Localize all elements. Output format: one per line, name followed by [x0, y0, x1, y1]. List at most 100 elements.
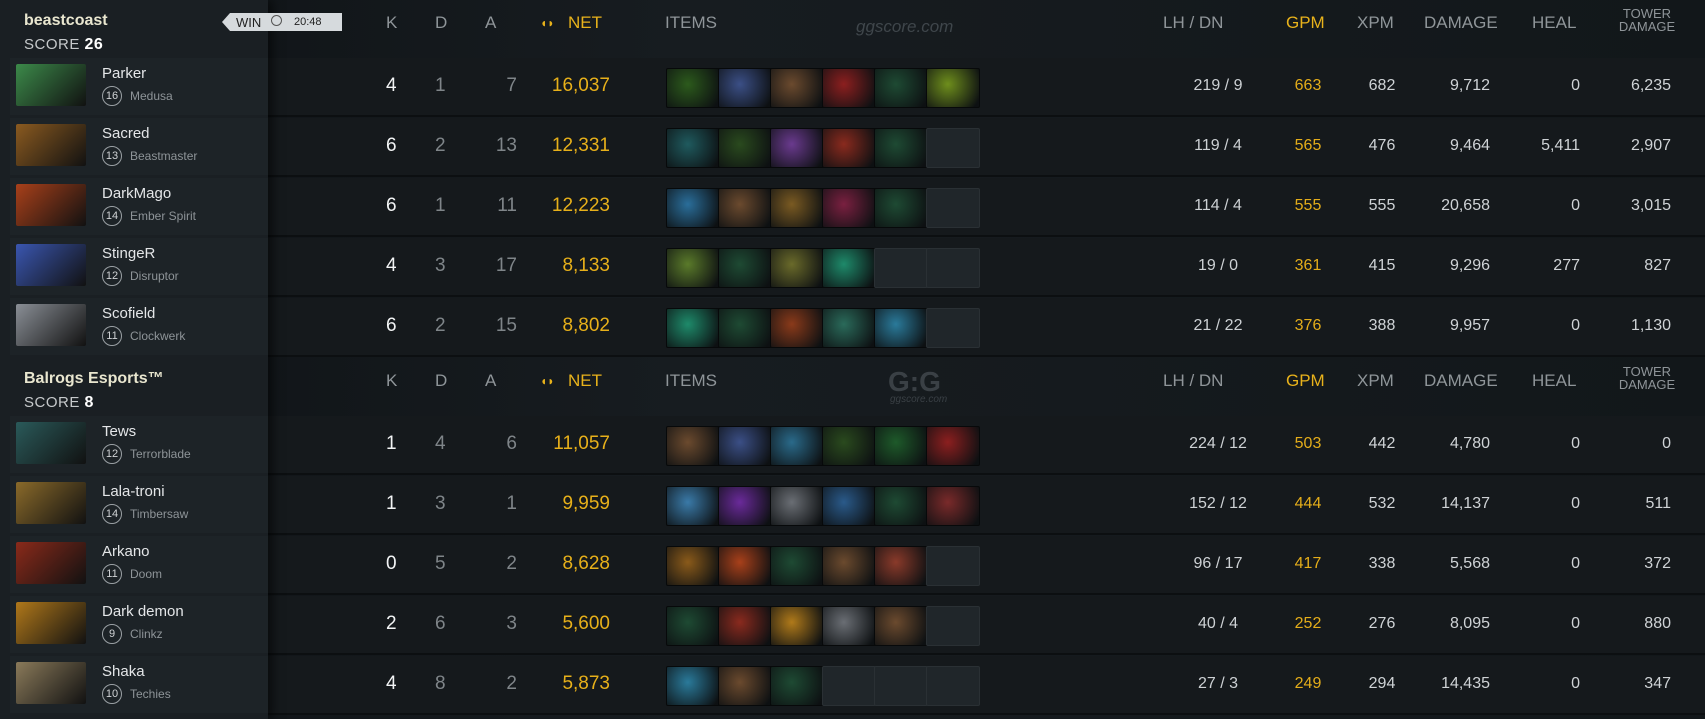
- item-icon[interactable]: [666, 128, 720, 168]
- team-header-dire: Balrogs Esports™ SCORE 8: [0, 358, 268, 414]
- player-card[interactable]: DarkMago 14 Ember Spirit: [10, 178, 268, 235]
- score-label: SCORE: [24, 394, 80, 411]
- player-stats-row[interactable]: 6 1 11 12,223 114 / 4 555 555 20,658 0 3,015: [268, 178, 1705, 237]
- item-icon[interactable]: [666, 426, 720, 466]
- player-stats-row[interactable]: 2 6 3 5,600 40 / 4 252 276 8,095 0 880: [268, 596, 1705, 655]
- item-icon[interactable]: [822, 486, 876, 526]
- item-icon[interactable]: [718, 546, 772, 586]
- player-stats-row[interactable]: 1 3 1 9,959 152 / 12 444 532 14,137 0 511: [268, 476, 1705, 535]
- item-icon[interactable]: [666, 486, 720, 526]
- item-icon[interactable]: [822, 188, 876, 228]
- item-icon[interactable]: [874, 486, 928, 526]
- hero-portrait: [16, 542, 86, 584]
- player-card[interactable]: Sacred 13 Beastmaster: [10, 118, 268, 175]
- player-card[interactable]: Lala-troni 14 Timbersaw: [10, 476, 268, 533]
- item-icon[interactable]: [926, 486, 980, 526]
- player-card[interactable]: Dark demon 9 Clinkz: [10, 596, 268, 653]
- item-icon[interactable]: [822, 546, 876, 586]
- col-tower-damage: TOWER DAMAGE: [1618, 364, 1676, 392]
- item-icon[interactable]: [874, 546, 928, 586]
- player-stats-row[interactable]: 4 3 17 8,133 19 / 0 361 415 9,296 277 827: [268, 238, 1705, 297]
- kills: 2: [386, 613, 397, 634]
- item-icon[interactable]: [822, 248, 876, 288]
- deaths: 3: [435, 493, 446, 514]
- item-icon[interactable]: [874, 606, 928, 646]
- item-icon[interactable]: [770, 426, 824, 466]
- player-card[interactable]: StingeR 12 Disruptor: [10, 238, 268, 295]
- item-icon[interactable]: [822, 426, 876, 466]
- item-icon[interactable]: [666, 188, 720, 228]
- item-icon[interactable]: [874, 128, 928, 168]
- hero-name: Clockwerk: [130, 329, 186, 343]
- item-icon[interactable]: [666, 68, 720, 108]
- item-icon[interactable]: [770, 68, 824, 108]
- player-stats-row[interactable]: 6 2 15 8,802 21 / 22 376 388 9,957 0 1,130: [268, 298, 1705, 357]
- hero-level: 14: [102, 504, 122, 524]
- kills: 4: [386, 673, 397, 694]
- item-icon[interactable]: [718, 248, 772, 288]
- player-stats-row[interactable]: 4 8 2 5,873 27 / 3 249 294 14,435 0 347: [268, 656, 1705, 715]
- xpm: 294: [1368, 675, 1396, 692]
- lasthits-denies: 119 / 4: [1194, 137, 1242, 154]
- damage: 20,658: [1441, 197, 1490, 214]
- player-stats-row[interactable]: 1 4 6 11,057 224 / 12 503 442 4,780 0 0: [268, 416, 1705, 475]
- item-icon[interactable]: [770, 188, 824, 228]
- player-stats-row[interactable]: 6 2 13 12,331 119 / 4 565 476 9,464 5,411 2,907: [268, 118, 1705, 177]
- item-icon[interactable]: [822, 128, 876, 168]
- item-icon[interactable]: [666, 308, 720, 348]
- heal: 5,411: [1541, 137, 1580, 154]
- item-icon[interactable]: [718, 308, 772, 348]
- item-icon[interactable]: [770, 486, 824, 526]
- item-icon[interactable]: [874, 188, 928, 228]
- item-icon[interactable]: [666, 606, 720, 646]
- assists: 13: [495, 135, 517, 156]
- item-icon[interactable]: [718, 606, 772, 646]
- tower-damage: 6,235: [1630, 77, 1671, 94]
- item-icon[interactable]: [718, 188, 772, 228]
- gpm: 417: [1294, 555, 1322, 572]
- item-icon[interactable]: [666, 546, 720, 586]
- item-icon[interactable]: [822, 308, 876, 348]
- deaths: 8: [435, 673, 446, 694]
- player-card[interactable]: Arkano 11 Doom: [10, 536, 268, 593]
- item-icon[interactable]: [718, 486, 772, 526]
- item-icon[interactable]: [666, 666, 720, 706]
- item-icon[interactable]: [770, 666, 824, 706]
- item-icon[interactable]: [718, 426, 772, 466]
- item-icon[interactable]: [666, 248, 720, 288]
- player-card[interactable]: Scofield 11 Clockwerk: [10, 298, 268, 355]
- assists: 15: [495, 315, 517, 336]
- item-icon[interactable]: [718, 666, 772, 706]
- item-icon[interactable]: [770, 248, 824, 288]
- item-icon[interactable]: [874, 68, 928, 108]
- lasthits-denies: 219 / 9: [1193, 77, 1243, 94]
- assists: 7: [506, 75, 517, 96]
- item-icon[interactable]: [874, 426, 928, 466]
- damage: 4,780: [1449, 435, 1490, 452]
- item-icon[interactable]: [770, 308, 824, 348]
- item-icon[interactable]: [770, 128, 824, 168]
- item-icon[interactable]: [822, 68, 876, 108]
- player-stats-row[interactable]: 0 5 2 8,628 96 / 17 417 338 5,568 0 372: [268, 536, 1705, 595]
- hero-name: Beastmaster: [130, 149, 198, 163]
- empty-item-slot: [926, 308, 980, 348]
- col-heal: HEAL: [1532, 13, 1577, 32]
- player-card[interactable]: Tews 12 Terrorblade: [10, 416, 268, 473]
- item-icon[interactable]: [926, 426, 980, 466]
- heal: 0: [1571, 555, 1580, 572]
- player-stats-row[interactable]: 4 1 7 16,037 219 / 9 663 682 9,712 0 6,235: [268, 58, 1705, 117]
- item-icon[interactable]: [874, 308, 928, 348]
- item-icon[interactable]: [718, 68, 772, 108]
- player-card[interactable]: Shaka 10 Techies: [10, 656, 268, 713]
- item-icon[interactable]: [926, 68, 980, 108]
- item-icon[interactable]: [770, 546, 824, 586]
- col-networth: NET: [568, 13, 602, 32]
- xpm: 276: [1368, 615, 1396, 632]
- item-icon[interactable]: [718, 128, 772, 168]
- item-icon[interactable]: [770, 606, 824, 646]
- player-name: Dark demon: [102, 603, 184, 620]
- player-card[interactable]: Parker 16 Medusa: [10, 58, 268, 115]
- hero-name: Techies: [130, 687, 171, 701]
- hero-portrait: [16, 64, 86, 106]
- item-icon[interactable]: [822, 606, 876, 646]
